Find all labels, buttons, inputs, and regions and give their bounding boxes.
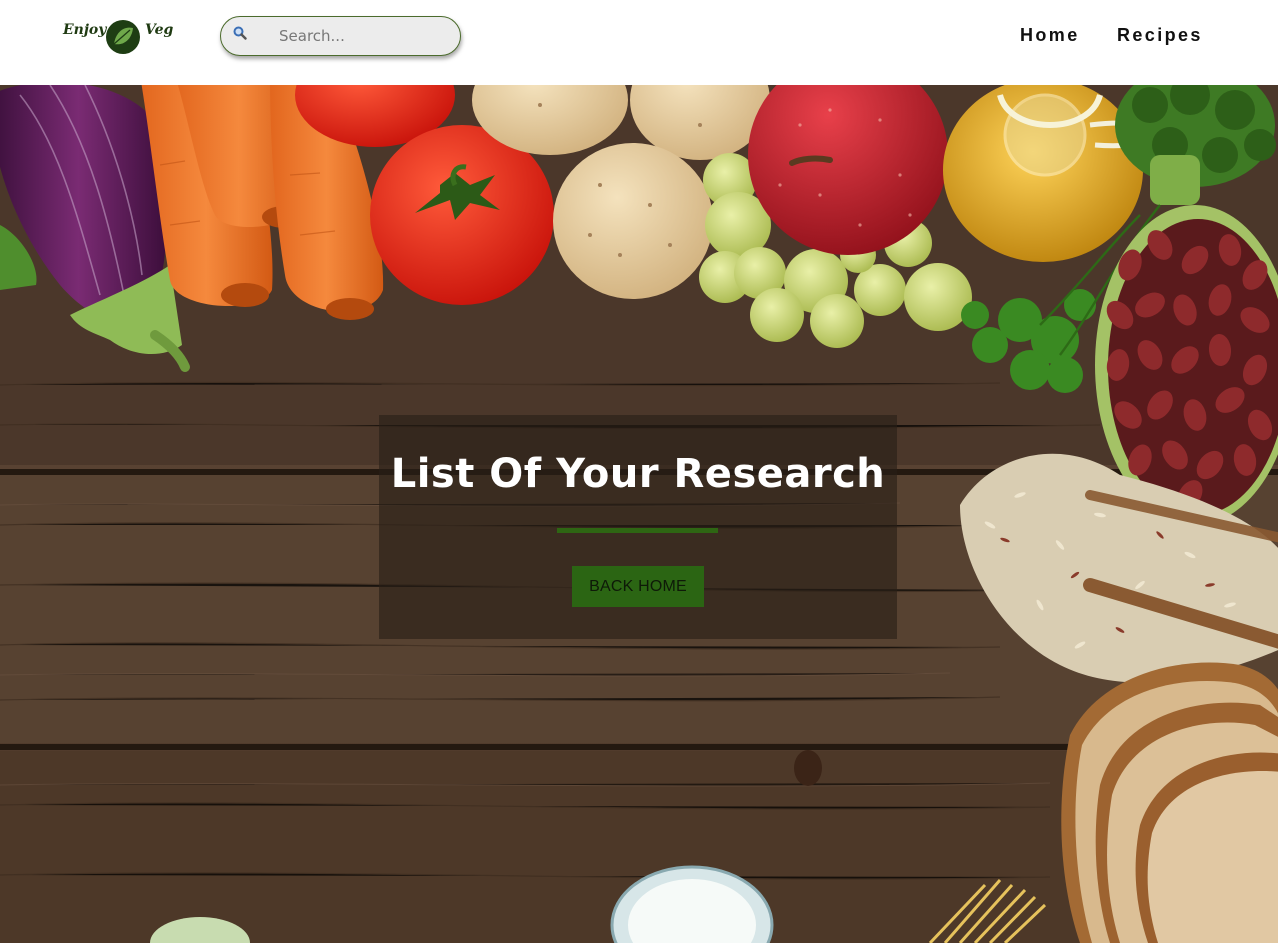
search-bar[interactable] [220,16,461,56]
back-home-button[interactable]: BACK HOME [572,566,704,607]
hero-banner: List Of Your Research BACK HOME [0,85,1278,943]
hero-title: List Of Your Research [390,451,886,497]
search-icon [233,26,247,40]
site-header: Enjoy Veg Home Recipes [0,0,1278,85]
title-divider [557,528,718,533]
logo-text-left: Enjoy [63,22,107,38]
hero-overlay: List Of Your Research BACK HOME [379,415,897,639]
nav-home[interactable]: Home [1020,25,1080,46]
nav-recipes[interactable]: Recipes [1117,25,1203,46]
logo[interactable]: Enjoy Veg [60,14,174,58]
logo-text-right: Veg [145,22,174,38]
search-input[interactable] [265,23,450,49]
leaf-logo-icon [106,20,140,54]
